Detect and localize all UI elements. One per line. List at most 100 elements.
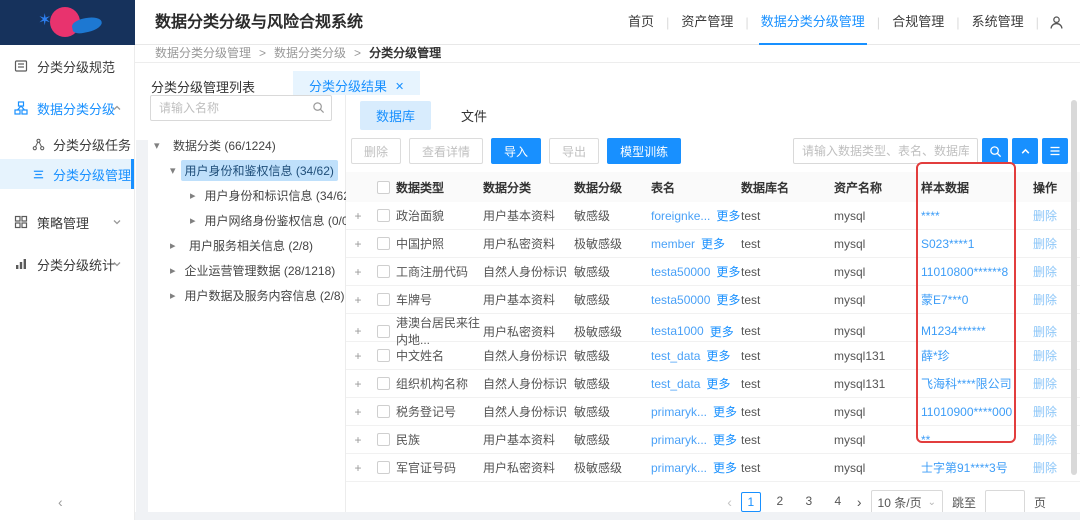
more-link[interactable]: 更多 — [713, 431, 737, 448]
table-name-link[interactable]: primaryk... — [651, 405, 707, 419]
sidebar-item-spec[interactable]: 分类分级规范 — [0, 45, 134, 87]
scrollbar[interactable] — [1071, 100, 1077, 475]
sample-data-link[interactable]: S023****1 — [921, 237, 1021, 251]
delete-row-link[interactable]: 删除 — [1021, 291, 1076, 308]
more-link[interactable]: 更多 — [706, 375, 730, 392]
tree-node-label[interactable]: 用户数据及服务内容信息 (2/8) — [181, 285, 349, 306]
row-checkbox[interactable] — [377, 433, 390, 446]
search-button[interactable] — [982, 138, 1008, 164]
row-checkbox[interactable] — [377, 377, 390, 390]
more-link[interactable]: 更多 — [713, 459, 737, 476]
delete-button[interactable]: 删除 — [351, 138, 401, 164]
sample-data-link[interactable]: ** — [921, 433, 1021, 447]
expand-icon[interactable]: + — [346, 377, 370, 391]
row-checkbox[interactable] — [377, 325, 390, 338]
view-detail-button[interactable]: 查看详情 — [409, 138, 483, 164]
table-name-link[interactable]: test_data — [651, 377, 700, 391]
more-link[interactable]: 更多 — [716, 263, 740, 280]
sidebar-item-data-classification[interactable]: 数据分类分级 — [0, 87, 134, 129]
more-link[interactable]: 更多 — [716, 207, 740, 224]
expand-icon[interactable]: + — [346, 324, 370, 338]
tree-node[interactable]: ▾ 数据分类 (66/1224) — [150, 133, 335, 158]
import-button[interactable]: 导入 — [491, 138, 541, 164]
expand-icon[interactable]: + — [346, 265, 370, 279]
user-icon[interactable] — [1049, 15, 1064, 30]
expand-icon[interactable]: + — [346, 349, 370, 363]
sample-data-link[interactable]: 士字第91****3号 — [921, 459, 1021, 476]
sidebar-item-statistics[interactable]: 分类分级统计 — [0, 243, 134, 285]
collapse-up-button[interactable] — [1012, 138, 1038, 164]
more-link[interactable]: 更多 — [701, 235, 725, 252]
more-link[interactable]: 更多 — [713, 403, 737, 420]
nav-item-home[interactable]: 首页 — [626, 0, 656, 45]
nav-item-compliance[interactable]: 合规管理 — [890, 0, 946, 45]
page-button-1[interactable]: 1 — [741, 492, 761, 512]
row-checkbox[interactable] — [377, 265, 390, 278]
row-checkbox[interactable] — [377, 349, 390, 362]
select-all-checkbox[interactable] — [377, 181, 390, 194]
delete-row-link[interactable]: 删除 — [1021, 459, 1076, 476]
delete-row-link[interactable]: 删除 — [1021, 235, 1076, 252]
subtab-file[interactable]: 文件 — [445, 101, 503, 130]
expand-icon[interactable]: + — [346, 433, 370, 447]
sample-data-link[interactable]: 薛*珍 — [921, 347, 1021, 364]
tree-node[interactable]: ▸用户网络身份鉴权信息 (0/0) — [150, 208, 335, 233]
breadcrumb-item[interactable]: 数据分类分级 — [274, 45, 346, 62]
more-link[interactable]: 更多 — [716, 291, 740, 308]
tree-search-input[interactable] — [150, 95, 332, 121]
delete-row-link[interactable]: 删除 — [1021, 403, 1076, 420]
tree-node-label[interactable]: 数据分类 (66/1224) — [169, 135, 280, 156]
delete-row-link[interactable]: 删除 — [1021, 323, 1076, 340]
page-button-2[interactable]: 2 — [770, 492, 790, 512]
search-icon[interactable] — [312, 101, 325, 114]
delete-row-link[interactable]: 删除 — [1021, 347, 1076, 364]
caret-down-icon[interactable]: ▾ — [154, 139, 164, 152]
prev-page-button[interactable]: ‹ — [727, 494, 732, 510]
expand-icon[interactable]: + — [346, 461, 370, 475]
jump-page-input[interactable] — [985, 490, 1025, 514]
tree-node-label[interactable]: 用户身份和鉴权信息 (34/62) — [181, 160, 338, 181]
caret-right-icon[interactable]: ▸ — [170, 239, 180, 252]
sample-data-link[interactable]: 11010900****000 — [921, 405, 1021, 419]
table-name-link[interactable]: member — [651, 237, 695, 251]
page-button-3[interactable]: 3 — [799, 492, 819, 512]
row-checkbox[interactable] — [377, 405, 390, 418]
export-button[interactable]: 导出 — [549, 138, 599, 164]
page-button-4[interactable]: 4 — [828, 492, 848, 512]
row-checkbox[interactable] — [377, 293, 390, 306]
table-name-link[interactable]: testa1000 — [651, 324, 704, 338]
sample-data-link[interactable]: 蒙E7***0 — [921, 291, 1021, 308]
tree-node-label[interactable]: 企业运营管理数据 (28/1218) — [181, 260, 340, 281]
sample-data-link[interactable]: 11010800******8 — [921, 265, 1021, 279]
table-name-link[interactable]: testa50000 — [651, 265, 710, 279]
model-train-button[interactable]: 模型训练 — [607, 138, 681, 164]
delete-row-link[interactable]: 删除 — [1021, 263, 1076, 280]
breadcrumb-item[interactable]: 数据分类分级管理 — [155, 45, 251, 62]
sidebar-item-classification-task[interactable]: 分类分级任务 — [0, 129, 134, 159]
caret-right-icon[interactable]: ▸ — [190, 189, 196, 202]
sample-data-link[interactable]: M1234****** — [921, 324, 1021, 338]
caret-right-icon[interactable]: ▸ — [170, 289, 176, 302]
tree-node-selected[interactable]: ▾ 用户身份和鉴权信息 (34/62) — [150, 158, 335, 183]
nav-item-system[interactable]: 系统管理 — [970, 0, 1026, 45]
tree-node[interactable]: ▸用户身份和标识信息 (34/62) — [150, 183, 335, 208]
row-checkbox[interactable] — [377, 209, 390, 222]
nav-item-data-classification[interactable]: 数据分类分级管理 — [759, 0, 867, 45]
caret-right-icon[interactable]: ▸ — [170, 264, 176, 277]
table-name-link[interactable]: testa50000 — [651, 293, 710, 307]
list-view-button[interactable] — [1042, 138, 1068, 164]
tree-node[interactable]: ▸用户服务相关信息 (2/8) — [150, 233, 335, 258]
tree-node[interactable]: ▸用户数据及服务内容信息 (2/8) — [150, 283, 335, 308]
tree-node[interactable]: ▸企业运营管理数据 (28/1218) — [150, 258, 335, 283]
expand-icon[interactable]: + — [346, 405, 370, 419]
row-checkbox[interactable] — [377, 461, 390, 474]
caret-down-icon[interactable]: ▾ — [170, 164, 176, 177]
expand-icon[interactable]: + — [346, 209, 370, 223]
row-checkbox[interactable] — [377, 237, 390, 250]
table-name-link[interactable]: foreignke... — [651, 209, 710, 223]
sidebar-item-strategy[interactable]: 策略管理 — [0, 201, 134, 243]
nav-item-assets[interactable]: 资产管理 — [679, 0, 735, 45]
sidebar-item-classification-manage[interactable]: 分类分级管理 — [0, 159, 134, 189]
next-page-button[interactable]: › — [857, 494, 862, 510]
expand-icon[interactable]: + — [346, 293, 370, 307]
